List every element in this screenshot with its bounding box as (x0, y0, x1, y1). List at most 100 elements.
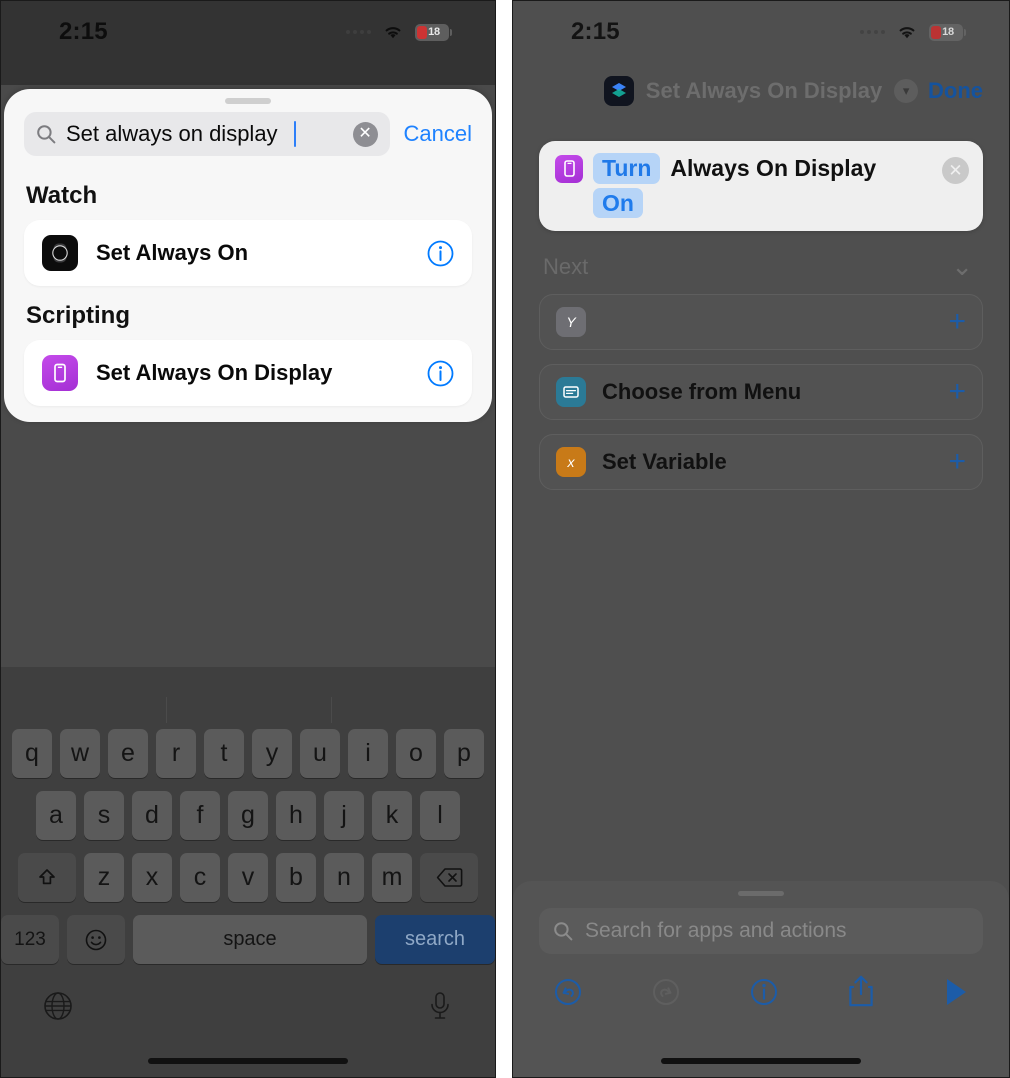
turn-parameter-chip[interactable]: Turn (593, 153, 661, 184)
bottom-action-sheet: Search for apps and actions (513, 881, 1009, 1077)
info-icon[interactable] (747, 975, 781, 1009)
suggestion-row-ask-for-input[interactable]: Y + (539, 294, 983, 350)
home-indicator (148, 1058, 348, 1064)
battery-level: 18 (428, 26, 440, 38)
shortcuts-app-icon (603, 76, 634, 106)
result-row-set-always-on-display[interactable]: Set Always On Display (24, 340, 472, 406)
shift-arrow-icon[interactable] (18, 853, 76, 902)
prediction-bar (1, 695, 495, 729)
keyboard-row-4[interactable]: 123 space search (1, 915, 495, 964)
action-second-line: On (555, 188, 967, 218)
suggestion-label: Set Variable (602, 449, 727, 474)
key-g[interactable]: g (228, 791, 268, 840)
key-y[interactable]: y (252, 729, 292, 778)
text-caret (293, 121, 297, 147)
play-icon[interactable] (941, 976, 971, 1008)
key-d[interactable]: d (132, 791, 172, 840)
undo-icon[interactable] (551, 975, 585, 1009)
left-phone-screen: 2:15 18 q w e r t y u i o p a s d f g h … (0, 0, 496, 1078)
key-b[interactable]: b (276, 853, 316, 902)
key-a[interactable]: a (36, 791, 76, 840)
cancel-button[interactable]: Cancel (404, 121, 472, 147)
close-circle-icon[interactable]: ✕ (942, 157, 969, 184)
keyboard-row-2[interactable]: a s d f g h j k l (1, 791, 495, 840)
cellular-dots-icon (860, 30, 885, 34)
result-label: Set Always On Display (96, 360, 333, 385)
shortcut-actions-area: Turn Always On Display On ✕ Next ⌄ Y + C… (539, 141, 983, 504)
chevron-down-icon[interactable]: ⌄ (951, 251, 973, 282)
key-l[interactable]: l (420, 791, 460, 840)
battery-cap (450, 28, 452, 36)
key-t[interactable]: t (204, 729, 244, 778)
key-k[interactable]: k (372, 791, 412, 840)
key-w[interactable]: w (60, 729, 100, 778)
status-indicators: 18 (860, 23, 966, 41)
key-n[interactable]: n (324, 853, 364, 902)
result-label: Set Always On (96, 240, 249, 265)
key-s[interactable]: s (84, 791, 124, 840)
variable-icon: Y (556, 307, 586, 337)
emoji-smiley-icon[interactable] (67, 915, 125, 964)
share-icon[interactable] (845, 974, 877, 1010)
plus-icon[interactable]: + (948, 377, 966, 407)
battery-level: 18 (942, 26, 954, 38)
keyboard-row-1[interactable]: q w e r t y u i o p (1, 729, 495, 778)
numbers-key[interactable]: 123 (1, 915, 59, 964)
action-card-always-on-display[interactable]: Turn Always On Display On ✕ (539, 141, 983, 231)
plus-icon[interactable]: + (948, 307, 966, 337)
next-label: Next (543, 253, 589, 279)
key-v[interactable]: v (228, 853, 268, 902)
suggestion-row-choose-from-menu[interactable]: Choose from Menu + (539, 364, 983, 420)
key-m[interactable]: m (372, 853, 412, 902)
plus-icon[interactable]: + (948, 447, 966, 477)
microphone-icon[interactable] (425, 989, 455, 1023)
key-i[interactable]: i (348, 729, 388, 778)
sheet-grabber[interactable] (225, 98, 271, 104)
action-title: Always On Display (670, 155, 877, 181)
right-phone-screen: 2:15 18 Set Always On Display ▾ Done Tur… (512, 0, 1010, 1078)
keyboard-row-3[interactable]: z x c v b n m (1, 853, 495, 902)
backspace-icon[interactable] (420, 853, 478, 902)
done-button[interactable]: Done (928, 78, 983, 104)
keyboard-bottom-row[interactable] (1, 977, 495, 1023)
key-j[interactable]: j (324, 791, 364, 840)
editor-toolbar (539, 954, 983, 1010)
space-key[interactable]: space (133, 915, 367, 964)
key-o[interactable]: o (396, 729, 436, 778)
battery-indicator: 18 (415, 23, 452, 41)
key-h[interactable]: h (276, 791, 316, 840)
sheet-grabber[interactable] (738, 891, 784, 896)
clear-circle-icon[interactable]: ✕ (352, 121, 378, 147)
watch-app-icon (42, 235, 78, 271)
key-f[interactable]: f (180, 791, 220, 840)
search-key[interactable]: search (375, 915, 495, 964)
phone-app-icon (42, 355, 78, 391)
bottom-search-input[interactable]: Search for apps and actions (539, 908, 983, 954)
phone-app-icon (555, 154, 583, 183)
key-p[interactable]: p (444, 729, 484, 778)
globe-icon[interactable] (41, 989, 75, 1023)
key-q[interactable]: q (12, 729, 52, 778)
key-c[interactable]: c (180, 853, 220, 902)
section-title-watch: Watch (26, 182, 98, 209)
info-circle-icon[interactable] (427, 360, 454, 387)
suggestion-row-set-variable[interactable]: x Set Variable + (539, 434, 983, 490)
key-u[interactable]: u (300, 729, 340, 778)
result-row-set-always-on[interactable]: Set Always On (24, 220, 472, 286)
next-section-row[interactable]: Next ⌄ (539, 247, 983, 294)
key-z[interactable]: z (84, 853, 124, 902)
bottom-search-placeholder: Search for apps and actions (585, 919, 847, 942)
state-parameter-chip[interactable]: On (593, 188, 643, 218)
status-time: 2:15 (571, 18, 620, 45)
key-e[interactable]: e (108, 729, 148, 778)
key-x[interactable]: x (132, 853, 172, 902)
status-time: 2:15 (59, 18, 108, 45)
search-icon (553, 921, 573, 941)
info-circle-icon[interactable] (427, 240, 454, 267)
search-input[interactable]: Set always on display ✕ (24, 112, 390, 156)
chevron-down-icon[interactable]: ▾ (894, 79, 919, 103)
search-row: Set always on display ✕ Cancel (4, 106, 492, 166)
key-r[interactable]: r (156, 729, 196, 778)
search-icon (36, 124, 56, 144)
onscreen-keyboard[interactable]: q w e r t y u i o p a s d f g h j k l z … (1, 667, 495, 1077)
